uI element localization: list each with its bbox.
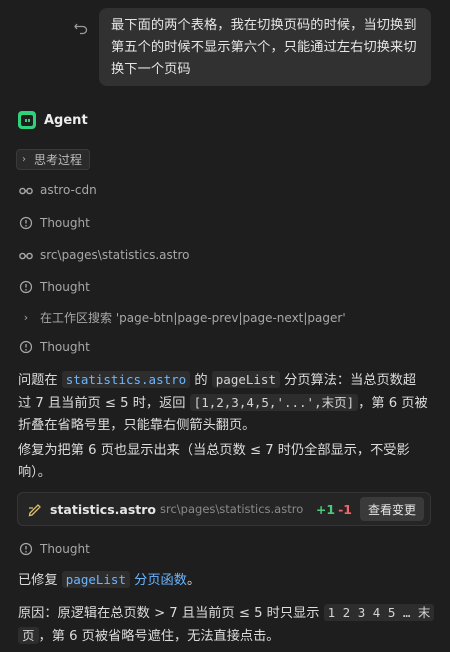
step-astro-cdn[interactable]: astro-cdn [18,181,97,199]
step-label: Thought [40,340,90,354]
chevron-right-icon: › [23,310,29,324]
step-read-file[interactable]: src\pages\statistics.astro [18,246,189,264]
step-thought[interactable]: Thought [18,338,90,356]
thought-icon [18,541,34,557]
inline-code: 页 [18,627,39,644]
step-thought[interactable]: Thought [18,214,90,232]
step-label: Thought [40,216,90,230]
step-thought[interactable]: Thought [18,278,90,296]
changed-file-card[interactable]: statistics.astro src\pages\statistics.as… [17,492,431,526]
chevron-right-icon: › [22,154,26,165]
chat-panel: 最下面的两个表格，我在切换页码的时候，当切换到 第五个的时候不显示第六个，只能通… [0,0,450,652]
agent-answer-paragraph: 问题在 statistics.astro 的 pageList 分页算法：当总页… [18,371,428,433]
changed-file-path: src\pages\statistics.astro [160,502,304,516]
step-thought[interactable]: Thought [18,540,90,558]
agent-header: Agent [18,110,88,130]
glasses-icon [18,247,34,263]
symbol-link-text[interactable]: 分页函数 [130,573,187,588]
undo-icon[interactable] [72,18,90,36]
step-label: Thought [40,542,90,556]
step-label: 在工作区搜索 'page-btn|page-prev|page-next|pag… [40,310,346,325]
step-search[interactable]: › 在工作区搜索 'page-btn|page-prev|page-next|p… [18,308,346,326]
user-message-line: 换下一个页码 [111,62,191,77]
thought-icon [18,215,34,231]
lines-added: +1 [315,501,336,517]
step-label: astro-cdn [40,183,97,197]
agent-answer-paragraph: 修复为把第 6 页也显示出来（当总页数 ≤ 7 时仍全部显示，不受影 响）。 [18,443,410,480]
thinking-process-label: 思考过程 [34,153,83,167]
lines-removed: -1 [338,501,352,517]
view-changes-button[interactable]: 查看变更 [359,497,424,521]
user-message-line: 最下面的两个表格，我在切换页码的时候，当切换到 [111,18,417,33]
user-message-bubble[interactable]: 最下面的两个表格，我在切换页码的时候，当切换到 第五个的时候不显示第六个，只能通… [99,8,431,86]
thinking-process-toggle[interactable]: › 思考过程 [16,149,91,170]
thought-icon [18,339,34,355]
edit-pen-icon [26,500,44,518]
file-link[interactable]: statistics.astro [61,371,191,388]
glasses-icon [18,182,34,198]
changed-file-name: statistics.astro [50,501,157,517]
user-message-row: 最下面的两个表格，我在切换页码的时候，当切换到 第五个的时候不显示第六个，只能通… [0,8,450,86]
user-message-line: 第五个的时候不显示第六个，只能通过左右切换来切 [111,40,417,55]
inline-code: 1 2 3 4 5 … 末 [323,604,435,621]
agent-answer-paragraph: 原因：原逻辑在总页数 > 7 且当前页 ≤ 5 时只显示 1 2 3 4 5 …… [18,602,436,648]
inline-code: [1,2,3,4,5,'...',末页] [189,394,359,411]
agent-logo-icon [18,111,36,129]
step-label: src\pages\statistics.astro [40,248,190,262]
agent-title: Agent [44,112,88,128]
thought-icon [18,279,34,295]
agent-answer-paragraph: 已修复 pageList 分页函数。 [18,571,201,588]
step-label: Thought [40,280,90,294]
symbol-link[interactable]: pageList [61,571,130,588]
inline-code: pageList [211,371,280,388]
